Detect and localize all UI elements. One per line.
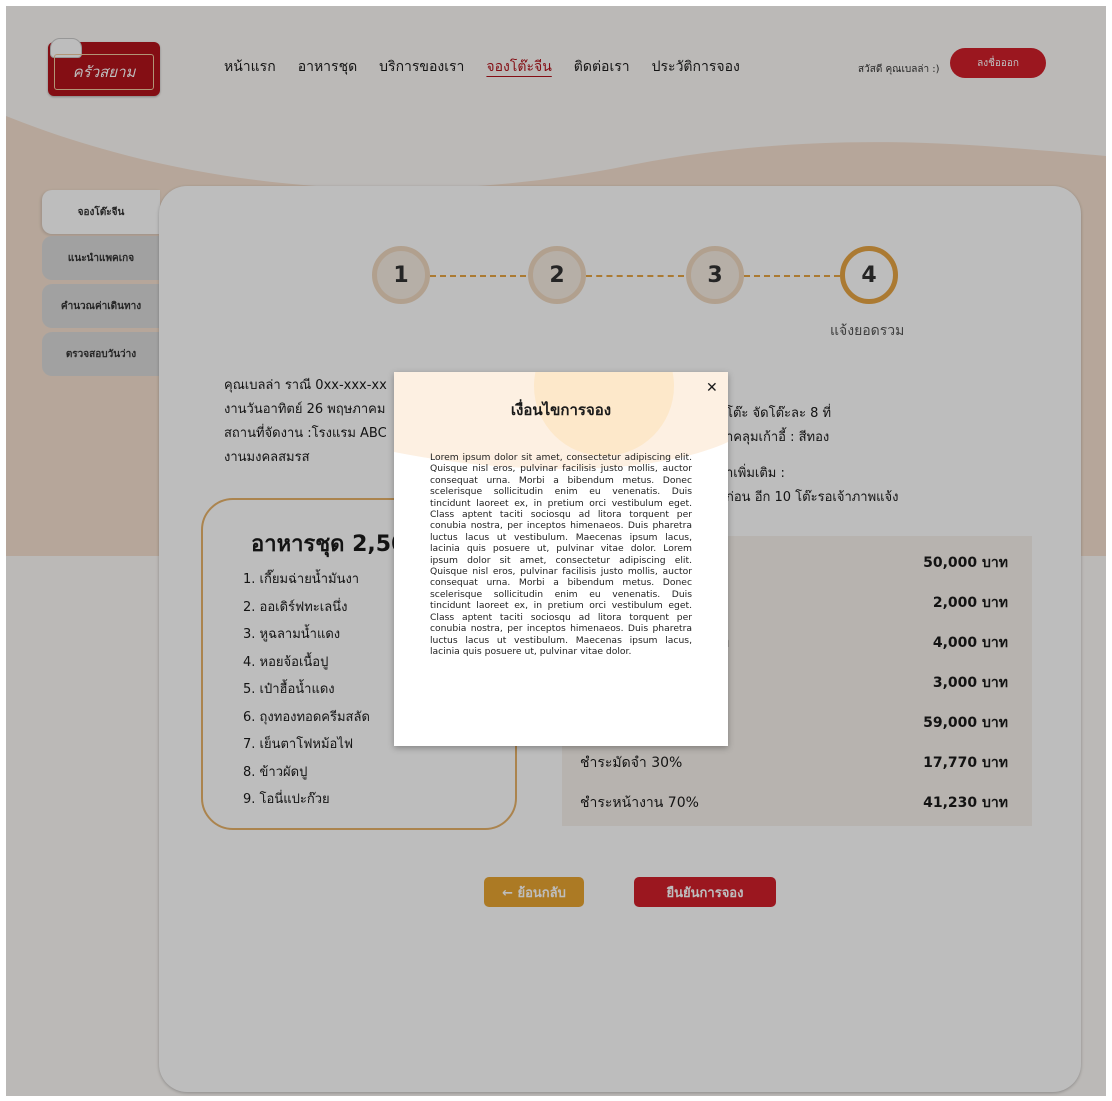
modal-title: เงื่อนไขการจอง [510,401,612,419]
booking-terms-modal: เงื่อนไขการจอง ✕ Lorem ipsum dolor sit a… [394,372,728,746]
close-icon[interactable]: ✕ [706,380,718,396]
modal-body-text: Lorem ipsum dolor sit amet, consectetur … [430,452,692,657]
booking-page: ครัวสยาม หน้าแรก อาหารชุด บริการของเรา จ… [6,6,1106,1096]
